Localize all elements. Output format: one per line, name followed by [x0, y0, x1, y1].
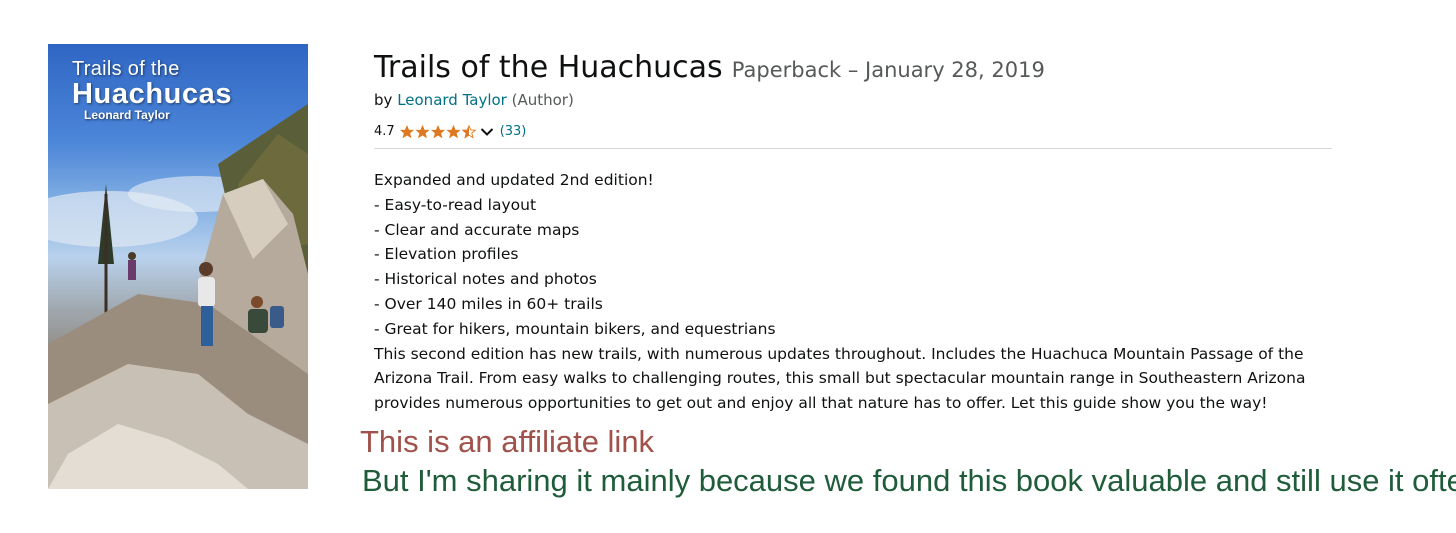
cover-author: Leonard Taylor [84, 108, 170, 122]
author-link[interactable]: Leonard Taylor [397, 91, 507, 109]
book-cover-image[interactable]: Trails of the Huachucas Leonard Taylor [48, 44, 308, 489]
product-title-row: Trails of the Huachucas Paperback – Janu… [374, 50, 1045, 85]
description-line: Expanded and updated 2nd edition! [374, 171, 654, 189]
rating-row: 4.7 (33) [374, 124, 526, 139]
author-role: (Author) [511, 91, 574, 109]
stars-icon [399, 124, 476, 138]
rating-value: 4.7 [374, 124, 395, 139]
cover-title-line2: Huachucas [72, 78, 233, 110]
product-title: Trails of the Huachucas [374, 50, 723, 85]
by-prefix: by [374, 91, 393, 109]
description-paragraph: This second edition has new trails, with… [374, 344, 1306, 413]
description-line: - Historical notes and photos [374, 270, 597, 289]
sharing-note: But I'm sharing it mainly because we fou… [362, 463, 1456, 498]
description-line: - Great for hikers, mountain bikers, and… [374, 319, 776, 338]
chevron-down-icon [480, 127, 493, 136]
description-line: - Clear and accurate maps [374, 220, 580, 239]
rating-count-link[interactable]: (33) [500, 124, 527, 139]
description-line: - Elevation profiles [374, 245, 519, 264]
affiliate-note: This is an affiliate link [360, 424, 655, 459]
divider [374, 148, 1332, 149]
star-rating[interactable] [399, 124, 500, 139]
product-format-date: Paperback – January 28, 2019 [731, 58, 1045, 82]
description-line: - Over 140 miles in 60+ trails [374, 294, 603, 313]
product-description: Expanded and updated 2nd edition! - Easy… [374, 168, 1334, 416]
description-line: - Easy-to-read layout [374, 195, 537, 214]
byline: by Leonard Taylor (Author) [374, 91, 574, 109]
